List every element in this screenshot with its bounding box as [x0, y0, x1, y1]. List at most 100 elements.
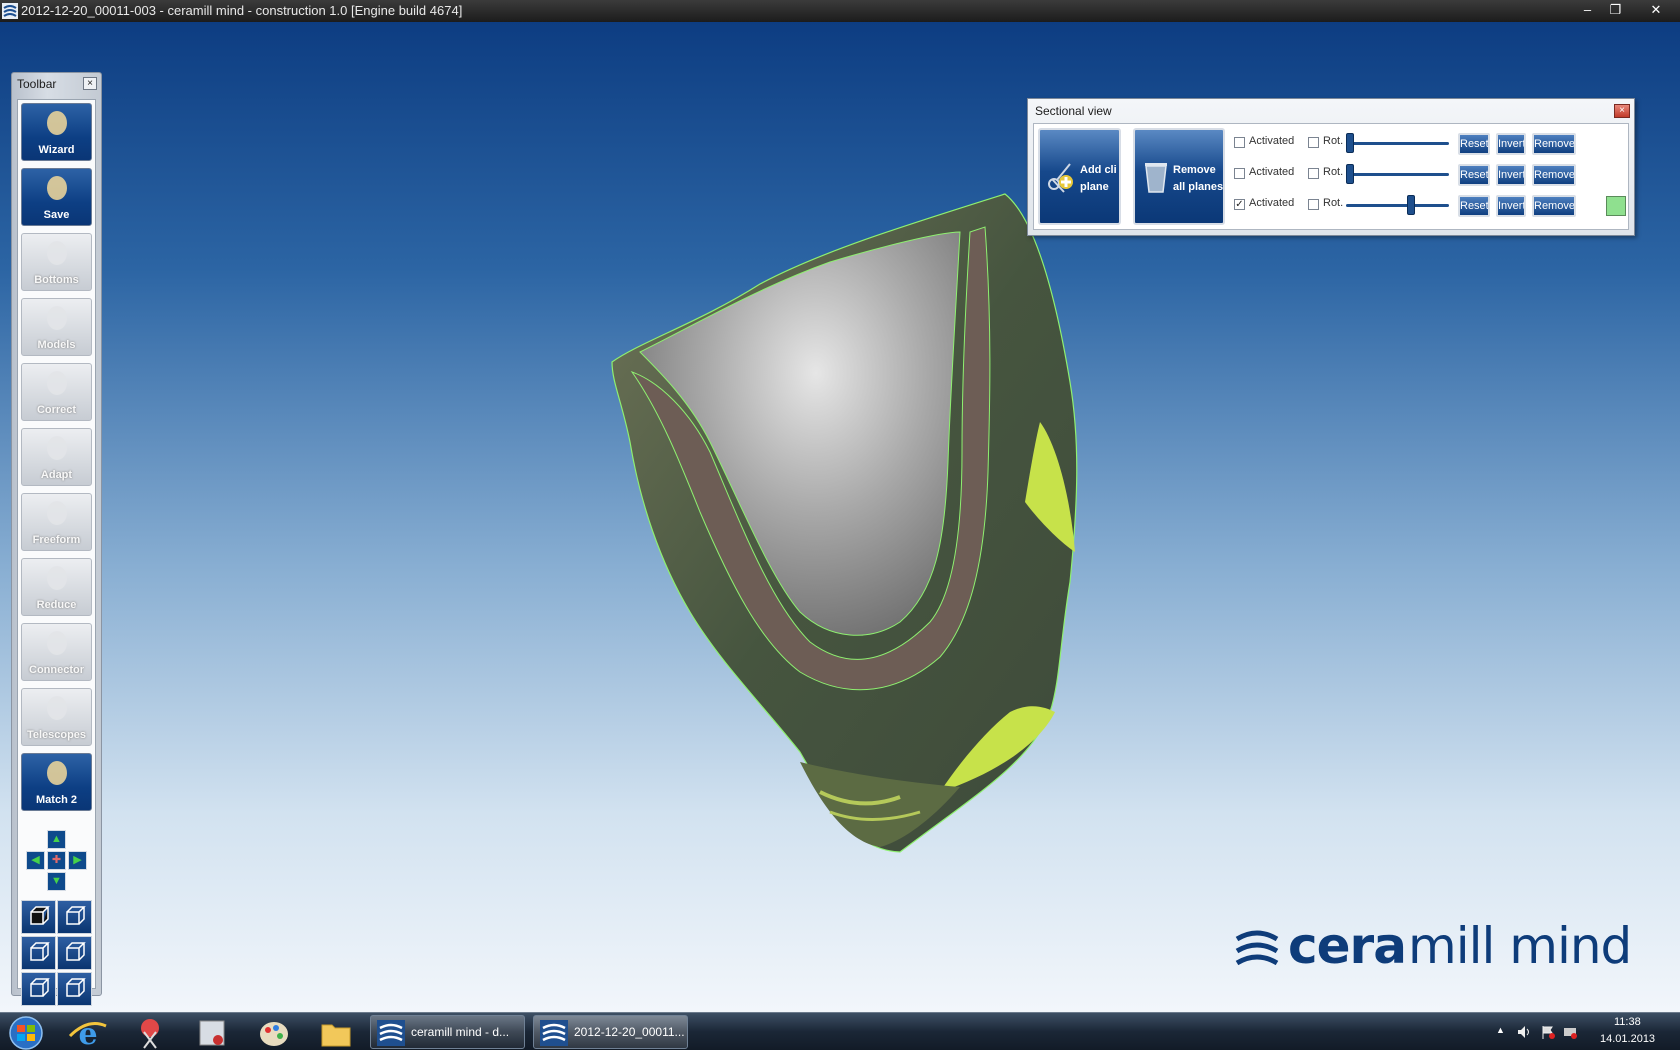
clock-time[interactable]: 11:38 [1614, 1016, 1641, 1028]
action-center-flag-icon[interactable] [1540, 1024, 1556, 1040]
slider-thumb[interactable] [1346, 133, 1354, 153]
center-icon[interactable]: ✚ [47, 851, 66, 870]
freeform-icon [47, 501, 67, 525]
rot-checkbox[interactable] [1308, 168, 1319, 179]
tool-reduce-button[interactable]: Reduce [21, 558, 92, 616]
trash-icon [1145, 163, 1167, 193]
view-bottom-icon[interactable] [57, 972, 92, 1006]
toolbar-panel: Toolbar × Wizard Save Bottoms Models Correct… [11, 72, 102, 1006]
snipping-tool-icon[interactable] [124, 1016, 176, 1050]
clip-plane-row: Activated Rot. Reset Invert Remove [1234, 133, 1626, 155]
clip-plane-row: Activated Rot. Reset Invert Remove [1234, 164, 1626, 186]
plane-color-swatch[interactable] [1606, 196, 1626, 216]
ceramill-doc-icon [540, 1020, 568, 1046]
logo-word-cera: cera [1288, 917, 1407, 975]
arrow-right-icon[interactable]: ▶ [68, 851, 87, 870]
view-back-icon[interactable] [57, 900, 92, 934]
remove-all-planes-button[interactable]: Remove all planes [1133, 128, 1225, 225]
tool-label: Models [37, 339, 76, 351]
tool-match-2-button[interactable]: Match 2 [21, 753, 92, 811]
view-left-icon[interactable] [21, 936, 56, 970]
scissors-plus-icon [1048, 163, 1073, 193]
paint-icon[interactable] [248, 1016, 300, 1050]
correct-icon [47, 371, 67, 395]
remove-button[interactable]: Remove [1532, 133, 1576, 155]
toolbar-close-button[interactable]: × [83, 77, 97, 90]
ceramill-app-icon [2, 3, 18, 19]
windows-start-icon[interactable] [0, 1016, 52, 1050]
view-front-icon[interactable] [21, 900, 56, 934]
tool-connector-button[interactable]: Connector [21, 623, 92, 681]
remove-all-planes-label-2: all planes [1173, 181, 1224, 193]
activated-checkbox[interactable] [1234, 168, 1245, 179]
rot-checkbox[interactable] [1308, 137, 1319, 148]
telescopes-icon [47, 696, 67, 720]
plane-position-slider[interactable] [1346, 204, 1449, 207]
taskbar-task-button[interactable]: 2012-12-20_00011... [533, 1015, 688, 1049]
arrow-left-icon[interactable]: ◀ [26, 851, 45, 870]
tool-label: Telescopes [26, 729, 87, 741]
match-icon [47, 761, 67, 785]
internet-explorer-icon[interactable]: e [62, 1016, 114, 1050]
plane-position-slider[interactable] [1346, 142, 1449, 145]
activated-checkbox[interactable]: ✓ [1234, 199, 1245, 210]
tool-bottoms-button[interactable]: Bottoms [21, 233, 92, 291]
save-icon [47, 176, 67, 200]
tool-label: Reduce [36, 599, 77, 611]
adapt-icon [47, 436, 67, 460]
taskbar-task-button[interactable]: ceramill mind - d... [370, 1015, 525, 1049]
show-hidden-icons-icon[interactable]: ▲ [1496, 1025, 1505, 1035]
arrow-up-icon[interactable]: ▲ [47, 830, 66, 849]
tool-label: Correct [36, 404, 77, 416]
sectional-content: Add cli plane Remove all planes Activate… [1033, 123, 1629, 230]
sectional-view-title: Sectional view [1035, 104, 1112, 118]
toolbar-title: Toolbar [17, 77, 57, 91]
activated-checkbox[interactable] [1234, 137, 1245, 148]
bottoms-icon [47, 241, 67, 265]
rot-label: Rot. [1323, 135, 1344, 147]
sectional-close-button[interactable]: × [1614, 104, 1630, 118]
clock-date[interactable]: 14.01.2013 [1600, 1033, 1655, 1045]
network-icon[interactable] [1562, 1024, 1578, 1040]
reset-button[interactable]: Reset [1458, 164, 1490, 186]
invert-button[interactable]: Invert [1496, 195, 1526, 217]
view-top-icon[interactable] [21, 972, 56, 1006]
maximize-button[interactable]: ❐ [1602, 0, 1629, 19]
slider-thumb[interactable] [1346, 164, 1354, 184]
tool-telescopes-button[interactable]: Telescopes [21, 688, 92, 746]
tool-list: Wizard Save Bottoms Models Correct Adapt Freef… [17, 99, 96, 1006]
navigation-pad: ▲ ◀ ✚ ▶ ▼ [21, 830, 92, 894]
tool-freeform-button[interactable]: Freeform [21, 493, 92, 551]
minimize-button[interactable]: – [1574, 0, 1601, 19]
volume-icon[interactable] [1516, 1024, 1532, 1040]
add-clip-plane-label-2: plane [1080, 181, 1109, 193]
invert-button[interactable]: Invert [1496, 164, 1526, 186]
remove-button[interactable]: Remove [1532, 164, 1576, 186]
clip-plane-row: ✓ Activated Rot. Reset Invert Remove [1234, 195, 1626, 217]
arrow-down-icon[interactable]: ▼ [47, 872, 66, 891]
tool-wizard-button[interactable]: Wizard [21, 103, 92, 161]
tool-save-button[interactable]: Save [21, 168, 92, 226]
reduce-icon [47, 566, 67, 590]
view-right-icon[interactable] [57, 936, 92, 970]
windows-taskbar: e ceramill mind - d... 2012-12-20_00011..… [0, 1012, 1680, 1050]
reset-button[interactable]: Reset [1458, 195, 1490, 217]
rot-label: Rot. [1323, 197, 1344, 209]
tool-models-button[interactable]: Models [21, 298, 92, 356]
plane-position-slider[interactable] [1346, 173, 1449, 176]
add-clip-plane-label-1: Add cli [1080, 164, 1117, 176]
tool-correct-button[interactable]: Correct [21, 363, 92, 421]
remove-button[interactable]: Remove [1532, 195, 1576, 217]
slider-thumb[interactable] [1407, 195, 1415, 215]
tool-label: Connector [29, 664, 84, 676]
folder-icon[interactable] [310, 1016, 362, 1050]
add-clip-plane-button[interactable]: Add cli plane [1038, 128, 1121, 225]
screen-capture-icon[interactable] [186, 1016, 238, 1050]
remove-all-planes-label-1: Remove [1173, 164, 1216, 176]
tool-label: Bottoms [34, 274, 79, 286]
tool-adapt-button[interactable]: Adapt [21, 428, 92, 486]
invert-button[interactable]: Invert [1496, 133, 1526, 155]
reset-button[interactable]: Reset [1458, 133, 1490, 155]
rot-checkbox[interactable] [1308, 199, 1319, 210]
close-window-button[interactable]: ✕ [1636, 0, 1676, 19]
